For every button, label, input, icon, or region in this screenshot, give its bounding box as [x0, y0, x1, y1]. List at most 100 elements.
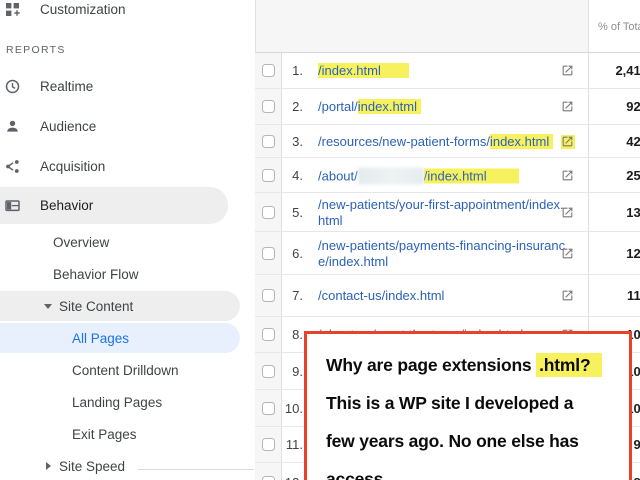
row-index: 10. — [284, 400, 303, 416]
table-row: 7. /contact-us/index.html 119 — [255, 275, 640, 317]
row-checkbox[interactable] — [262, 364, 275, 378]
page-url-link[interactable]: /contact-us/index.html — [318, 288, 568, 304]
table-row: 1. /index.html 2,413 — [255, 53, 640, 89]
row-index: 6. — [292, 245, 303, 261]
sidebar-item-landing-pages[interactable]: Landing Pages — [0, 386, 255, 418]
open-in-new-icon[interactable] — [561, 64, 575, 78]
pageviews-value: 97 — [633, 437, 640, 452]
page-url-link[interactable]: /resources/new-patient-forms/index.html — [318, 133, 568, 150]
row-index: 5. — [292, 204, 303, 220]
pageviews-value: 2,413 — [615, 63, 640, 78]
pageviews-value: 259 — [626, 167, 640, 183]
row-index: 2. — [292, 99, 303, 114]
open-in-new-icon[interactable] — [561, 247, 575, 261]
sidebar-item-content-drilldown[interactable]: Content Drilldown — [0, 354, 255, 386]
row-checkbox[interactable] — [262, 168, 275, 182]
metric-cell: 131 — [588, 193, 640, 232]
sidebar-item-label: Realtime — [40, 78, 94, 94]
pageviews-value: 119 — [627, 288, 640, 303]
sidebar-item-acquisition[interactable]: Acquisition — [0, 146, 255, 186]
sidebar-item-label: Behavior — [40, 198, 94, 213]
table-row: 3. /resources/new-patient-forms/index.htm… — [255, 125, 640, 158]
sidebar-divider — [138, 469, 254, 470]
annotation-line-1: Why are page extensions .html? — [326, 346, 629, 384]
table-row: 4. /about/ /index.html 259 — [255, 158, 640, 193]
annotation-box: Why are page extensions .html? This is a… — [304, 331, 632, 480]
sidebar-item-site-content[interactable]: Site Content — [0, 290, 255, 322]
row-index: 3. — [292, 133, 303, 149]
sidebar-item-exit-pages[interactable]: Exit Pages — [0, 418, 255, 450]
annotation-line-3: few years ago. No one else has — [326, 431, 579, 451]
checkbox-column — [255, 158, 282, 193]
metric-cell: 122 — [588, 232, 640, 275]
row-index: 1. — [292, 63, 303, 78]
sidebar-item-audience[interactable]: Audience — [0, 106, 255, 146]
row-checkbox[interactable] — [262, 134, 275, 148]
open-in-new-icon[interactable] — [561, 169, 575, 183]
metric-cell: 259 — [588, 158, 640, 193]
table-header: % of Total — [255, 0, 640, 53]
row-index: 4. — [292, 167, 303, 183]
sidebar-item-behavior[interactable]: Behavior — [0, 187, 228, 224]
page-url-link[interactable]: /index.html — [318, 63, 568, 79]
annotation-text: Why are page extensions — [326, 355, 532, 375]
sidebar-item-realtime[interactable]: Realtime — [0, 66, 255, 106]
url-segment: /new-patients/your-first-appointment/ind… — [318, 196, 564, 228]
pageviews-value: 427 — [626, 133, 640, 149]
row-checkbox[interactable] — [262, 100, 275, 113]
open-in-new-icon[interactable] — [561, 134, 575, 149]
sidebar-item-label: Exit Pages — [72, 426, 137, 442]
sidebar-item-label: Customization — [40, 1, 126, 17]
metric-cell: 2,413 — [588, 53, 640, 89]
annotation-line-2: This is a WP site I developed a — [326, 393, 574, 413]
row-checkbox[interactable] — [262, 289, 275, 302]
checkbox-column — [255, 125, 282, 158]
behavior-window-icon — [5, 198, 20, 213]
annotation-highlight: .html? — [536, 353, 603, 377]
sidebar-item-label: Landing Pages — [72, 394, 163, 410]
page-url-link[interactable]: /new-patients/your-first-appointment/ind… — [318, 197, 568, 229]
highlighted-url-segment: /index.html — [318, 63, 409, 78]
page-url-link[interactable]: /about/ /index.html — [318, 167, 568, 184]
sidebar-item-label: Site Speed — [59, 458, 126, 474]
row-index: 9. — [292, 363, 303, 379]
row-checkbox[interactable] — [262, 246, 275, 260]
pageviews-value: 87 — [634, 475, 640, 480]
reports-section-label: REPORTS — [6, 44, 66, 56]
row-checkbox[interactable] — [262, 205, 275, 219]
row-checkbox[interactable] — [262, 438, 275, 451]
metric-cell: 119 — [588, 275, 640, 317]
row-index: 7. — [292, 288, 303, 303]
page-url-link[interactable]: /portal/index.html — [318, 99, 568, 115]
checkbox-column — [255, 89, 282, 125]
sidebar-item-all-pages[interactable]: All Pages — [0, 322, 255, 354]
sidebar-item-site-speed[interactable]: Site Speed — [0, 450, 255, 480]
url-segment: /new-patients/payments-financing-insuran… — [318, 237, 566, 269]
sidebar-item-label: Audience — [40, 118, 97, 134]
sidebar-item-label: Overview — [53, 234, 110, 250]
sidebar-item-behavior-flow[interactable]: Behavior Flow — [0, 258, 255, 290]
sidebar-item-customization[interactable]: Customization — [0, 0, 255, 29]
open-in-new-icon[interactable] — [561, 206, 575, 220]
metric-cell: 922 — [588, 89, 640, 125]
pageviews-value: 122 — [626, 245, 640, 261]
row-checkbox[interactable] — [262, 401, 275, 415]
sidebar-item-label: Content Drilldown — [72, 362, 179, 378]
open-in-new-icon[interactable] — [561, 100, 575, 114]
table-row: 2. /portal/index.html 922 — [255, 89, 640, 125]
row-checkbox[interactable] — [262, 328, 275, 341]
page-url-link[interactable]: /new-patients/payments-financing-insuran… — [318, 238, 568, 270]
redacted-url-segment — [357, 167, 424, 184]
row-checkbox[interactable] — [262, 64, 275, 77]
audience-person-icon — [5, 119, 20, 134]
chevron-down-icon — [44, 303, 52, 309]
url-segment: /resources/new-patient-forms/ — [318, 133, 490, 149]
checkbox-column — [255, 463, 282, 480]
table-row: 6. /new-patients/payments-financing-insur… — [255, 232, 640, 275]
sidebar-item-label: Acquisition — [40, 158, 106, 174]
row-checkbox[interactable] — [262, 476, 275, 480]
sidebar-item-overview[interactable]: Overview — [0, 226, 255, 258]
realtime-clock-icon — [5, 79, 20, 94]
row-index: 12. — [283, 475, 303, 480]
open-in-new-icon[interactable] — [561, 289, 575, 303]
